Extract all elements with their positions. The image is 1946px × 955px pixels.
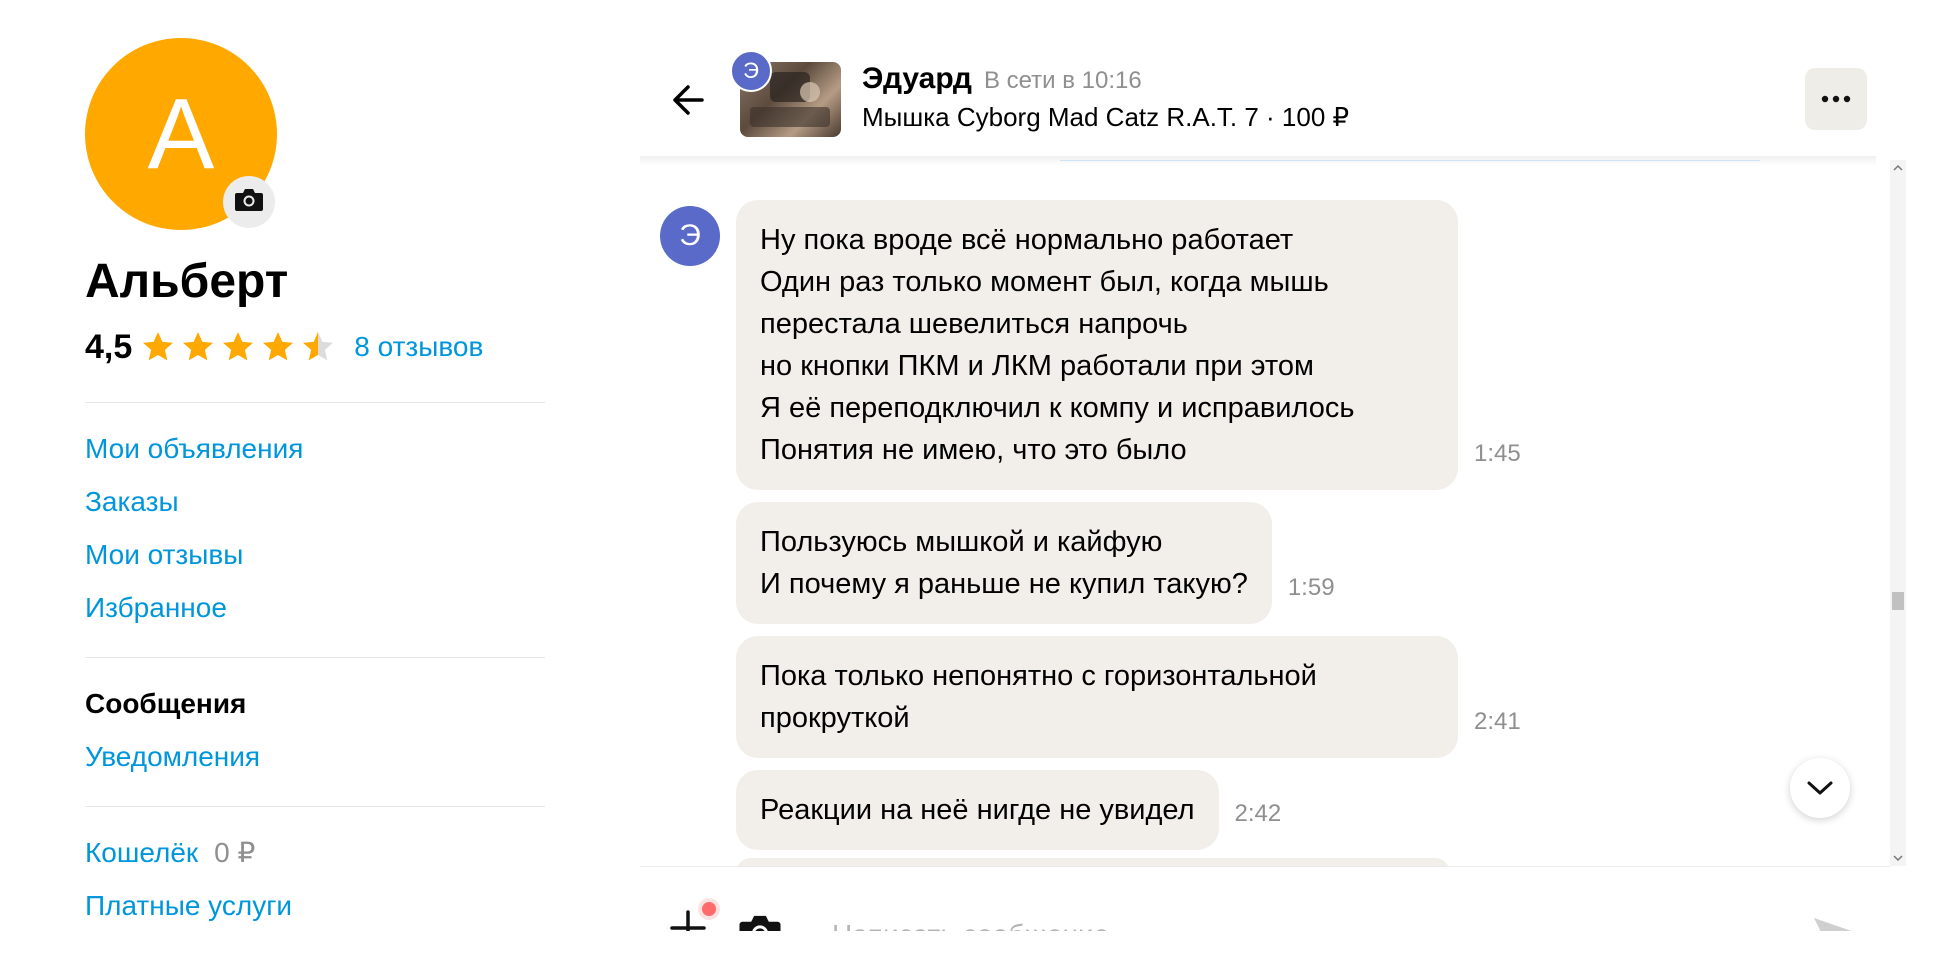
message-time: 1:59 bbox=[1287, 574, 1335, 601]
message-time: 2:41 bbox=[1474, 708, 1521, 735]
star-half-icon bbox=[303, 332, 334, 361]
send-icon bbox=[1814, 918, 1852, 931]
message-time: 1:45 bbox=[1474, 440, 1521, 467]
chevron-down-icon bbox=[1807, 781, 1833, 795]
notification-dot bbox=[698, 898, 720, 920]
back-button[interactable] bbox=[668, 80, 708, 120]
star-icon bbox=[223, 332, 254, 361]
message-row: Пока только непонятно с горизонтальной п… bbox=[736, 636, 1521, 758]
message-bubble[interactable]: Реакции на неё нигде не увидел bbox=[736, 770, 1219, 850]
change-photo-button[interactable] bbox=[223, 176, 275, 228]
message-bubble-partial bbox=[736, 858, 1450, 866]
message-avatar[interactable]: Э bbox=[660, 206, 720, 266]
message-row: Пользуюсь мышкой и кайфую И почему я ран… bbox=[736, 502, 1335, 624]
rating-row: 4,5 8 отзывов bbox=[85, 322, 545, 372]
scroll-down-arrow-icon[interactable] bbox=[1890, 850, 1906, 866]
attach-photo-button[interactable] bbox=[738, 912, 782, 931]
item-title[interactable]: Мышка Cyborg Mad Catz R.A.T. 7 · 100 ₽ bbox=[862, 102, 1349, 133]
message-bubble[interactable]: Пока только непонятно с горизонтальной п… bbox=[736, 636, 1458, 758]
profile-name: Альберт bbox=[85, 255, 289, 308]
message-row: Реакции на неё нигде не увидел 2:42 bbox=[736, 770, 1281, 850]
profile-avatar-wrap: А bbox=[85, 38, 277, 230]
scroll-up-arrow-icon[interactable] bbox=[1890, 160, 1906, 176]
contact-status: В сети в 10:16 bbox=[983, 67, 1142, 94]
star-icon bbox=[263, 332, 294, 361]
nav-my-ads[interactable]: Мои объявления bbox=[85, 431, 545, 467]
message-bubble[interactable]: Ну пока вроде всё нормально работает Оди… bbox=[736, 200, 1458, 490]
nav-group-main: Мои объявления Заказы Мои отзывы Избранн… bbox=[85, 403, 545, 657]
header-underline bbox=[1060, 160, 1760, 161]
nav-group-wallet: Кошелёк 0 ₽ Платные услуги bbox=[85, 807, 545, 955]
rating-value: 4,5 bbox=[85, 327, 133, 366]
nav-messages[interactable]: Сообщения bbox=[85, 686, 545, 722]
rating-stars bbox=[140, 329, 336, 365]
nav-paid-services[interactable]: Платные услуги bbox=[85, 888, 545, 924]
wallet-amount: 0 ₽ bbox=[214, 837, 256, 868]
message-row: Ну пока вроде всё нормально работает Оди… bbox=[736, 200, 1521, 490]
back-arrow-icon bbox=[673, 85, 704, 115]
message-composer bbox=[640, 866, 1890, 931]
contact-name[interactable]: Эдуард bbox=[862, 62, 972, 96]
nav-group-messages: Сообщения Уведомления bbox=[85, 658, 545, 806]
nav-orders[interactable]: Заказы bbox=[85, 484, 545, 520]
contact-line: Эдуард В сети в 10:16 bbox=[862, 62, 1142, 96]
message-bubble[interactable]: Пользуюсь мышкой и кайфую И почему я ран… bbox=[736, 502, 1272, 624]
star-icon bbox=[143, 332, 174, 361]
nav-favorites[interactable]: Избранное bbox=[85, 590, 545, 626]
message-input[interactable] bbox=[830, 914, 1734, 931]
messages-scrollbar[interactable] bbox=[1890, 160, 1906, 866]
more-dots-icon bbox=[1821, 95, 1851, 103]
message-time: 2:42 bbox=[1234, 800, 1282, 827]
wallet-row: Кошелёк 0 ₽ bbox=[85, 835, 545, 871]
profile-sidebar: А Альберт 4,5 8 отзывов Мои объявления З… bbox=[85, 38, 545, 955]
send-button[interactable] bbox=[1812, 914, 1862, 931]
chat-header: Э Эдуард В сети в 10:16 Мышка Cyborg Mad… bbox=[640, 40, 1876, 160]
scrollbar-thumb[interactable] bbox=[1892, 592, 1904, 610]
camera-icon bbox=[739, 915, 781, 931]
star-icon bbox=[183, 332, 214, 361]
messages-list[interactable]: Э Ну пока вроде всё нормально работает О… bbox=[640, 162, 1876, 866]
more-menu-button[interactable] bbox=[1805, 68, 1867, 130]
contact-avatar-badge: Э bbox=[730, 50, 772, 92]
nav-wallet[interactable]: Кошелёк bbox=[85, 835, 198, 871]
camera-icon bbox=[234, 187, 264, 218]
scroll-to-bottom-button[interactable] bbox=[1790, 758, 1850, 818]
nav-notifications[interactable]: Уведомления bbox=[85, 739, 545, 775]
nav-my-reviews[interactable]: Мои отзывы bbox=[85, 537, 545, 573]
reviews-link[interactable]: 8 отзывов bbox=[354, 331, 483, 363]
